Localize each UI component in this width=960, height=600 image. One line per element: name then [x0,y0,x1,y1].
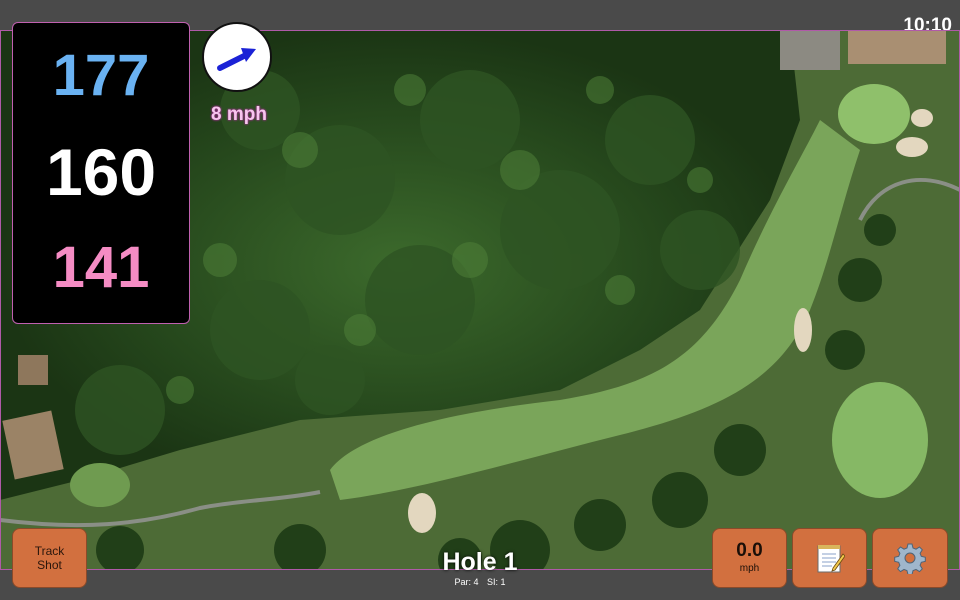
bunker-mid [794,308,812,352]
wind-arrow-icon [217,48,256,71]
notes-button[interactable] [792,528,867,588]
speed-unit: mph [739,563,760,574]
bunker-top-1 [911,109,933,127]
center-distance: 160 [45,135,157,209]
track-shot-label-line1: Track [34,544,65,558]
putting-green-right [832,382,928,498]
distance-panel: 177 160 141 [12,22,190,324]
front-distance: 141 [52,235,150,300]
parking-area [780,30,840,70]
putting-green-top [838,84,910,144]
bunker-top-2 [896,137,928,157]
wind-speed-text: 8 mph [211,104,267,125]
hole-par: Par: 4 [454,577,479,587]
speed-value: 0.0 [736,540,763,561]
settings-button[interactable] [872,528,948,588]
speed-button[interactable]: 0.0 mph [712,528,787,588]
track-shot-button[interactable]: Track Shot [12,528,87,588]
back-distance: 177 [52,43,150,108]
hole-stroke-index: SI: 1 [487,577,506,587]
hole-meta: Par: 4 SI: 1 [380,577,580,587]
notepad-icon [817,545,845,573]
building-top-right [848,30,946,64]
gear-icon [894,543,926,574]
building-left-small [18,355,48,385]
tee-area [70,463,130,507]
bunker-left [408,493,436,533]
wind-speed-label: 8 mph [200,104,278,126]
track-shot-label-line2: Shot [37,558,62,572]
hole-title: Hole 1 [442,548,518,576]
wind-direction-dial[interactable] [202,22,272,92]
